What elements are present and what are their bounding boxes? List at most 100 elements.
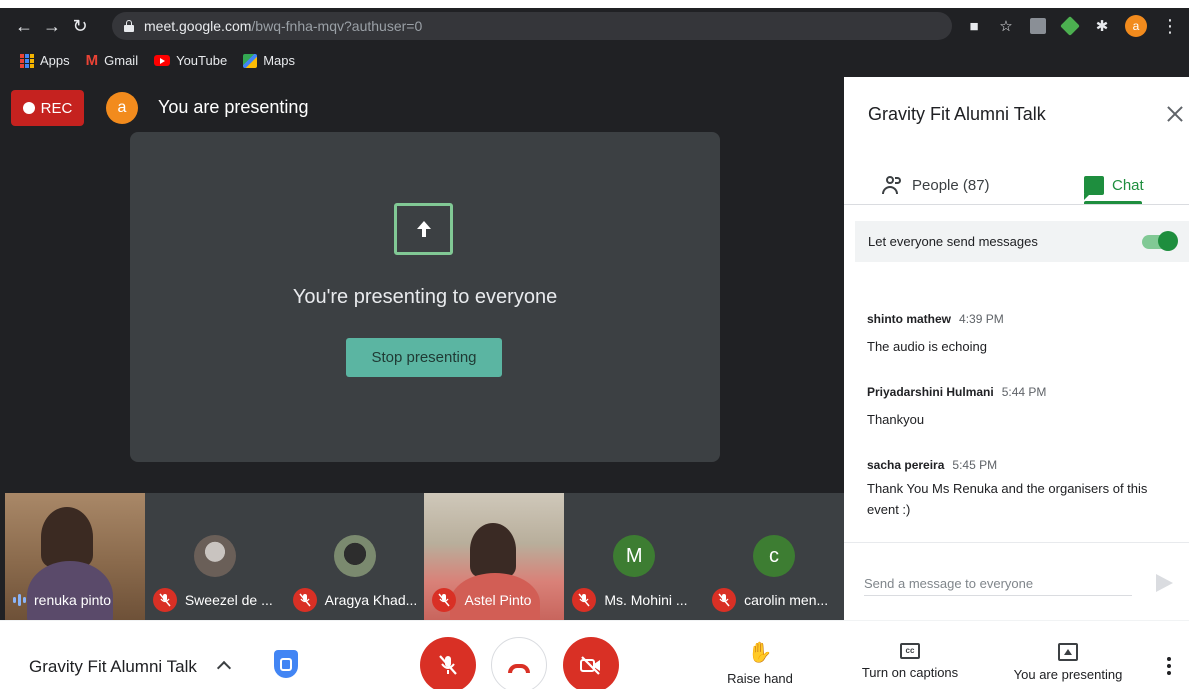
bookmark-gmail[interactable]: M Gmail [86, 52, 138, 69]
mic-off-icon [292, 588, 317, 612]
close-icon[interactable] [1166, 105, 1184, 123]
chat-permission-label: Let everyone send messages [868, 234, 1038, 249]
bookmark-maps[interactable]: Maps [243, 53, 295, 68]
rec-label: REC [40, 99, 73, 117]
message-text: Thank You Ms Renuka and the organisers o… [867, 481, 1148, 517]
meeting-name[interactable]: Gravity Fit Alumni Talk [29, 657, 197, 677]
participant-footer: Aragya Khad... [285, 588, 417, 612]
bookmark-label: Gmail [104, 53, 139, 68]
maps-icon [243, 53, 258, 68]
people-icon [882, 176, 904, 194]
divider [844, 542, 1189, 543]
captions-button[interactable]: cc Turn on captions [852, 643, 968, 680]
message-sender: sacha pereira [867, 458, 945, 472]
tab-people[interactable]: People (87) [882, 167, 990, 203]
mic-off-icon [712, 588, 737, 612]
chat-message-input[interactable] [864, 572, 1132, 596]
raise-hand-button[interactable]: ✋ Raise hand [722, 643, 798, 686]
participant-tile[interactable]: Astel Pinto [424, 493, 565, 620]
apps-grid-icon [20, 53, 34, 68]
participant-name: Astel Pinto [464, 592, 532, 608]
meeting-details-panel: Gravity Fit Alumni Talk People (87) Chat… [844, 77, 1189, 620]
browser-menu-icon[interactable]: ⋮ [1161, 16, 1179, 37]
participant-video [470, 523, 517, 577]
bookmark-label: Apps [40, 53, 70, 68]
tab-chat[interactable]: Chat [1084, 167, 1144, 203]
participant-video [41, 507, 93, 567]
bookmark-youtube[interactable]: YouTube [154, 53, 227, 68]
hand-icon: ✋ [747, 642, 773, 664]
mic-off-icon [439, 655, 457, 675]
url-path: /bwq-fnha-mqv?authuser=0 [251, 18, 423, 34]
chat-permission-toggle[interactable] [1142, 231, 1178, 251]
participant-tile[interactable]: renuka pinto [5, 493, 145, 620]
extension-gem-icon[interactable] [1060, 16, 1080, 36]
captions-label: Turn on captions [861, 665, 959, 680]
presentation-card-title: You're presenting to everyone [292, 286, 558, 308]
star-icon[interactable]: ☆ [997, 17, 1015, 35]
camera-off-icon [580, 656, 600, 675]
meeting-controls-bar: Gravity Fit Alumni Talk ✋ Raise hand cc … [0, 620, 1189, 689]
gmail-icon: M [85, 52, 99, 69]
participant-strip: renuka pinto Sweezel de ... Aragya Khad.… [5, 493, 844, 620]
message-text: The audio is echoing [867, 339, 987, 354]
participant-tile[interactable]: Sweezel de ... [144, 493, 285, 620]
forward-arrow-icon[interactable]: → [38, 12, 66, 40]
chat-message: sacha pereira 5:45 PM Thank You Ms Renuka… [867, 458, 1167, 520]
mic-off-icon [432, 588, 457, 612]
bookmarks-bar: Apps M Gmail YouTube Maps [0, 44, 1189, 77]
camera-toggle-button[interactable] [563, 637, 619, 689]
stop-presenting-button[interactable]: Stop presenting [346, 338, 502, 377]
recording-badge: REC [11, 90, 84, 126]
puzzle-extensions-icon[interactable]: ✱ [1093, 17, 1111, 35]
participant-tile[interactable]: c carolin men... [704, 493, 844, 620]
browser-actions: ■ ☆ ✱ a ⋮ [965, 8, 1189, 44]
profile-avatar[interactable]: a [1125, 15, 1147, 37]
tab-chat-label: Chat [1112, 176, 1144, 194]
participant-avatar: c [753, 535, 796, 577]
browser-toolbar: ← → ↻ meet.google.com/bwq-fnha-mqv?authu… [0, 8, 1189, 44]
phone-hangup-icon [508, 663, 530, 673]
participant-name: carolin men... [744, 592, 829, 608]
participant-tile[interactable]: M Ms. Mohini ... [564, 493, 705, 620]
chevron-up-icon[interactable] [216, 660, 232, 676]
speaking-indicator-icon [13, 594, 26, 606]
message-time: 5:44 PM [1001, 385, 1047, 399]
participant-footer: carolin men... [704, 588, 828, 612]
more-options-icon[interactable] [1166, 657, 1172, 675]
chat-message: Priyadarshini Hulmani 5:44 PM Thankyou [867, 385, 1167, 430]
send-icon[interactable] [1156, 574, 1173, 592]
participant-avatar [333, 535, 376, 577]
participant-footer: Ms. Mohini ... [564, 588, 688, 612]
participant-tile[interactable]: Aragya Khad... [284, 493, 425, 620]
mic-off-icon [152, 588, 177, 612]
record-dot-icon [22, 102, 35, 114]
participant-footer: Sweezel de ... [145, 588, 273, 612]
leave-call-button[interactable] [491, 637, 547, 689]
participant-footer: renuka pinto [5, 588, 111, 612]
participant-name: Ms. Mohini ... [604, 592, 688, 608]
presenting-button-label: You are presenting [1013, 667, 1123, 682]
reload-icon[interactable]: ↻ [66, 12, 94, 40]
bookmark-apps[interactable]: Apps [20, 53, 70, 68]
message-sender: Priyadarshini Hulmani [867, 385, 994, 399]
camera-icon[interactable]: ■ [965, 17, 983, 35]
bookmark-label: YouTube [176, 53, 228, 68]
present-screen-icon [394, 203, 453, 255]
participant-avatar [193, 535, 236, 577]
chat-message: shinto mathew 4:39 PM The audio is echoin… [867, 312, 1167, 357]
microphone-toggle-button[interactable] [420, 637, 476, 689]
back-arrow-icon[interactable]: ← [10, 12, 38, 40]
address-bar[interactable]: meet.google.com/bwq-fnha-mqv?authuser=0 [112, 12, 952, 40]
bookmark-label: Maps [263, 53, 295, 68]
extension-icon[interactable] [1029, 17, 1047, 35]
chat-icon [1084, 175, 1104, 200]
shield-lock-icon[interactable] [274, 650, 298, 678]
participant-name: renuka pinto [34, 592, 112, 608]
url-host: meet.google.com [144, 18, 252, 34]
participant-name: Sweezel de ... [184, 592, 273, 608]
presenting-button[interactable]: You are presenting [1006, 643, 1130, 682]
raise-hand-label: Raise hand [727, 671, 793, 686]
window-top-strip [0, 0, 1189, 8]
lock-icon[interactable] [124, 20, 134, 32]
